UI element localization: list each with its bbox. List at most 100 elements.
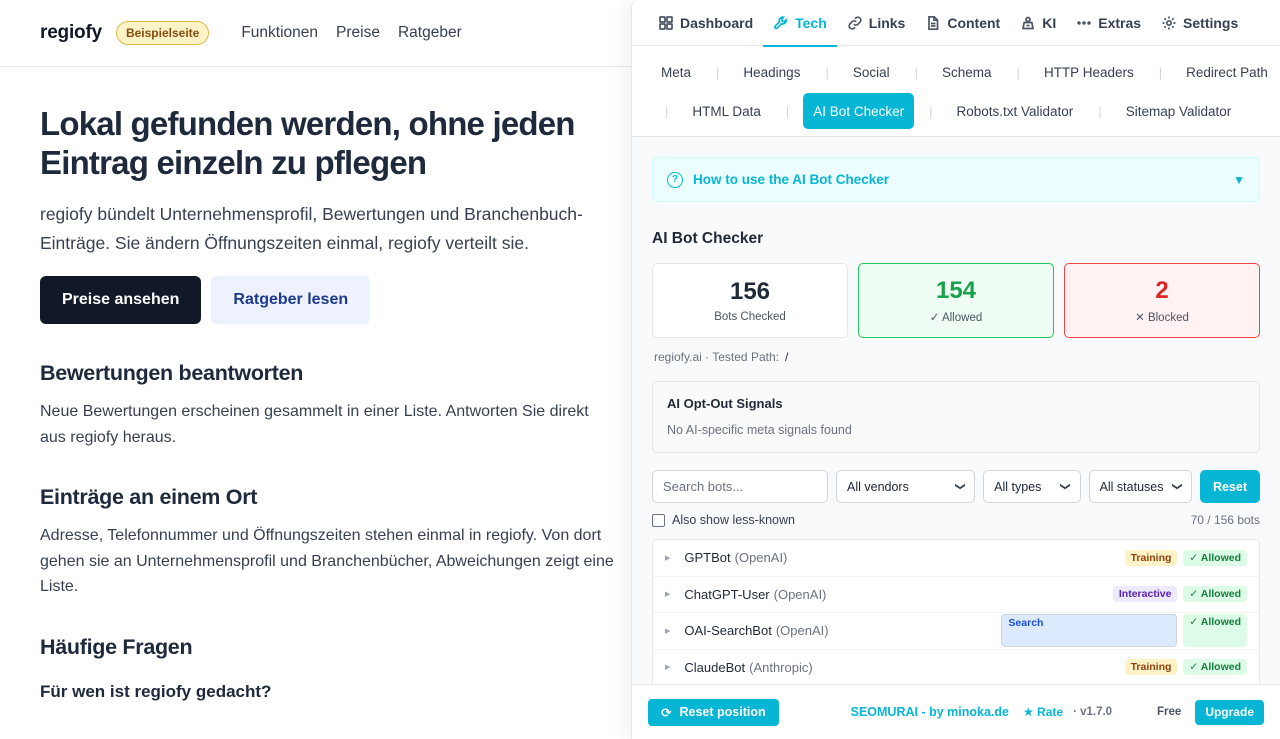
panel-body: ? How to use the AI Bot Checker ▼ AI Bot… bbox=[632, 137, 1280, 687]
expand-triangle-icon: ▶ bbox=[665, 591, 671, 599]
reset-position-button[interactable]: ⟳ Reset position bbox=[648, 698, 779, 726]
subtab-robots-validator[interactable]: Robots.txt Validator bbox=[946, 93, 1083, 129]
panel-footer: ⟳ Reset position SEOMURAI - by minoka.de… bbox=[632, 684, 1280, 739]
type-tag: Training bbox=[1124, 549, 1178, 566]
tab-ki[interactable]: KI bbox=[1010, 0, 1066, 46]
bot-vendor: (OpenAI) bbox=[773, 586, 827, 602]
site-main: Lokal gefunden werden, ohne jeden Eintra… bbox=[0, 104, 640, 702]
bot-name: GPTBot bbox=[684, 550, 731, 566]
subtab-headings[interactable]: Headings bbox=[733, 54, 810, 90]
document-icon bbox=[928, 15, 939, 30]
subtab-http-headers[interactable]: HTTP Headers bbox=[1034, 54, 1144, 90]
howto-accordion[interactable]: ? How to use the AI Bot Checker ▼ bbox=[652, 157, 1260, 202]
subtab-separator: | bbox=[665, 103, 669, 119]
optout-signals-card: AI Opt-Out Signals No AI-specific meta s… bbox=[652, 381, 1260, 453]
optout-text: No AI-specific meta signals found bbox=[667, 423, 852, 437]
subtab-separator: | bbox=[716, 64, 720, 80]
bot-row[interactable]: ▶ GPTBot (OpenAI) Training ✓ Allowed bbox=[653, 540, 1259, 577]
upgrade-button[interactable]: Upgrade bbox=[1195, 699, 1264, 725]
tested-path: regiofy.ai · Tested Path: / bbox=[652, 350, 1260, 364]
tab-label: Extras bbox=[1098, 14, 1142, 31]
faq-question[interactable]: Für wen ist regiofy gedacht? bbox=[40, 682, 600, 702]
plan-label: Free bbox=[1157, 706, 1182, 718]
type-tag: Search bbox=[1001, 614, 1178, 648]
stat-allowed[interactable]: 154 ✓ Allowed bbox=[858, 263, 1054, 338]
tab-label: Content bbox=[947, 14, 1001, 31]
subtab-sitemap-validator[interactable]: Sitemap Validator bbox=[1116, 93, 1242, 129]
tab-tech[interactable]: Tech bbox=[763, 0, 837, 47]
bot-vendor: (Anthropic) bbox=[749, 659, 813, 675]
demo-badge: Beispielseite bbox=[115, 21, 210, 45]
credit-link[interactable]: SEOMURAI - by minoka.de bbox=[851, 705, 1009, 719]
main-tabs: Dashboard Tech Links Content KI Extras S… bbox=[632, 0, 1280, 47]
website: regiofy Beispielseite Funktionen Preise … bbox=[0, 0, 640, 739]
stat-value: 156 bbox=[729, 278, 771, 305]
hero-subtitle: regiofy bündelt Unternehmensprofil, Bewe… bbox=[40, 204, 583, 253]
tab-label: Settings bbox=[1183, 14, 1239, 31]
caret-down-icon: ▼ bbox=[1233, 172, 1245, 187]
rate-link[interactable]: ★ Rate bbox=[1023, 705, 1063, 719]
grid-icon bbox=[659, 15, 673, 30]
type-select-value: All types bbox=[994, 479, 1042, 494]
reset-position-label: Reset position bbox=[679, 705, 766, 719]
checker-title: AI Bot Checker bbox=[652, 230, 764, 247]
subtab-ai-bot-checker[interactable]: AI Bot Checker bbox=[803, 93, 915, 129]
subtab-meta[interactable]: Meta bbox=[651, 54, 701, 90]
subtab-schema[interactable]: Schema bbox=[932, 54, 1002, 90]
sub-tabs: Meta | Headings | Social | Schema | HTTP… bbox=[632, 46, 1280, 132]
subtab-redirect-path[interactable]: Redirect Path bbox=[1176, 54, 1278, 90]
bot-row[interactable]: ▶ OAI-SearchBot (OpenAI) Search ✓ Allowe… bbox=[653, 613, 1259, 650]
tab-extras[interactable]: Extras bbox=[1066, 0, 1151, 46]
status-select[interactable]: All statuses ❯ bbox=[1088, 470, 1192, 503]
tab-label: Tech bbox=[795, 14, 827, 31]
section-title-bewertungen: Bewertungen beantworten bbox=[40, 361, 304, 385]
bot-tags: Interactive ✓ Allowed bbox=[1112, 586, 1247, 603]
tab-content[interactable]: Content bbox=[915, 0, 1010, 46]
less-known-checkbox[interactable] bbox=[652, 513, 665, 527]
tab-dashboard[interactable]: Dashboard bbox=[648, 0, 763, 46]
type-tag: Training bbox=[1124, 659, 1178, 676]
link-icon bbox=[848, 15, 862, 30]
bot-tags: Search ✓ Allowed bbox=[1001, 614, 1247, 648]
stat-blocked[interactable]: 2 ✕ Blocked bbox=[1064, 263, 1260, 338]
bot-list: ▶ GPTBot (OpenAI) Training ✓ Allowed ▶ C… bbox=[652, 539, 1260, 687]
vendor-select[interactable]: All vendors ❯ bbox=[836, 470, 976, 503]
stat-label: Bots Checked bbox=[714, 311, 786, 323]
less-known-label[interactable]: Also show less-known bbox=[672, 513, 795, 527]
bot-row[interactable]: ▶ ClaudeBot (Anthropic) Training ✓ Allow… bbox=[653, 650, 1259, 686]
nav-link-funktionen[interactable]: Funktionen bbox=[241, 24, 318, 42]
site-logo[interactable]: regiofy bbox=[40, 22, 102, 44]
bot-row[interactable]: ▶ ChatGPT-User (OpenAI) Interactive ✓ Al… bbox=[653, 577, 1259, 613]
help-icon: ? bbox=[667, 171, 683, 188]
site-nav: Funktionen Preise Ratgeber bbox=[241, 24, 461, 42]
panel-header: Dashboard Tech Links Content KI Extras S… bbox=[632, 0, 1280, 137]
subtab-social[interactable]: Social bbox=[843, 54, 900, 90]
type-select[interactable]: All types ❯ bbox=[983, 470, 1081, 503]
faq-title: Häufige Fragen bbox=[40, 634, 193, 659]
nav-link-preise[interactable]: Preise bbox=[336, 24, 380, 42]
preise-ansehen-button[interactable]: Preise ansehen bbox=[40, 276, 202, 324]
reset-filters-button[interactable]: Reset bbox=[1199, 470, 1260, 503]
seo-extension-panel: Dashboard Tech Links Content KI Extras S… bbox=[631, 0, 1280, 739]
options-row: Also show less-known 70 / 156 bots bbox=[652, 513, 1260, 527]
nav-link-ratgeber[interactable]: Ratgeber bbox=[398, 24, 462, 42]
status-tag: ✓ Allowed bbox=[1183, 614, 1247, 648]
howto-label: How to use the AI Bot Checker bbox=[693, 172, 890, 187]
expand-triangle-icon: ▶ bbox=[665, 554, 671, 562]
ratgeber-lesen-button[interactable]: Ratgeber lesen bbox=[211, 276, 371, 324]
stats-row: 156 Bots Checked 154 ✓ Allowed 2 ✕ Block… bbox=[652, 263, 1260, 338]
subtab-separator: | bbox=[929, 103, 933, 119]
subtab-separator: | bbox=[914, 64, 919, 80]
subtab-separator: | bbox=[1016, 64, 1020, 80]
status-tag: ✓ Allowed bbox=[1183, 659, 1247, 676]
search-bots-input[interactable] bbox=[652, 470, 828, 503]
bot-name: ClaudeBot bbox=[684, 659, 746, 675]
tab-settings[interactable]: Settings bbox=[1151, 0, 1248, 46]
chevron-down-icon: ❯ bbox=[954, 482, 966, 491]
bot-vendor: (OpenAI) bbox=[775, 623, 829, 639]
bot-vendor: (OpenAI) bbox=[734, 550, 788, 566]
version-label: · v1.7.0 bbox=[1073, 706, 1113, 718]
status-select-value: All statuses bbox=[1099, 479, 1164, 494]
subtab-html-data[interactable]: HTML Data bbox=[682, 93, 771, 129]
tab-links[interactable]: Links bbox=[837, 0, 916, 46]
